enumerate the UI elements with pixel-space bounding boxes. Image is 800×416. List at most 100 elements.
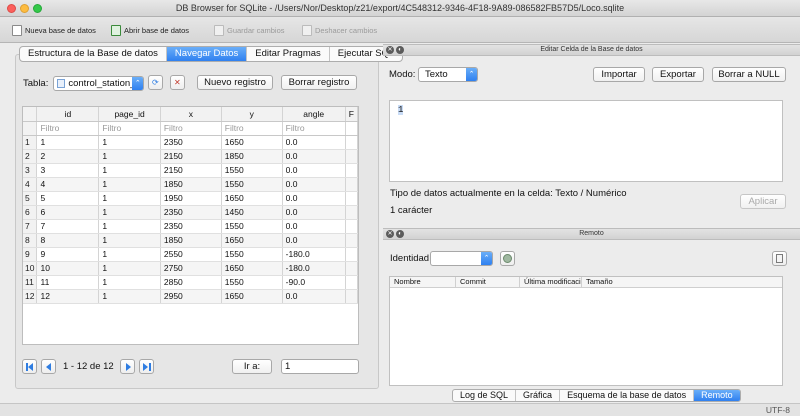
column-header-commit[interactable]: Commit [456, 277, 520, 287]
cell-angle[interactable]: 0.0 [282, 219, 346, 234]
cell-y[interactable]: 1650 [221, 191, 283, 206]
tab-browse-data[interactable]: Navegar Datos [166, 47, 248, 61]
filter-input-x[interactable]: Filtro [160, 121, 222, 136]
delete-record-button[interactable]: Borrar registro [281, 75, 357, 90]
cell-id[interactable]: 10 [36, 261, 100, 276]
cell-y[interactable]: 1550 [221, 219, 283, 234]
next-page-button[interactable] [119, 358, 135, 374]
table-row[interactable]: 5 5 1 1950 1650 0.0 [23, 191, 358, 206]
add-identity-button[interactable] [500, 251, 515, 266]
cell-x[interactable]: 2550 [160, 247, 222, 262]
cell-angle[interactable]: 0.0 [282, 289, 346, 304]
cell-id[interactable]: 8 [36, 233, 100, 248]
table-row[interactable]: 3 3 1 2150 1550 0.0 [23, 163, 358, 178]
apply-button[interactable]: Aplicar [740, 194, 786, 209]
tab-sql-log[interactable]: Log de SQL [453, 390, 517, 401]
row-number[interactable]: 8 [23, 233, 38, 248]
table-select[interactable]: control_station_ ⌃ [53, 75, 145, 91]
filter-input-angle[interactable]: Filtro [282, 121, 346, 136]
table-row[interactable]: 8 8 1 1850 1650 0.0 [23, 233, 358, 248]
cell-page-id[interactable]: 1 [98, 191, 161, 206]
cell-y[interactable]: 1550 [221, 275, 283, 290]
cell-y[interactable]: 1650 [221, 233, 283, 248]
tab-edit-pragmas[interactable]: Editar Pragmas [247, 47, 330, 61]
table-row[interactable]: 1 1 1 2350 1650 0.0 [23, 135, 358, 150]
first-page-button[interactable] [22, 358, 37, 374]
filter-input-page-id[interactable]: Filtro [98, 121, 161, 136]
row-number[interactable]: 4 [23, 177, 38, 192]
cell-angle[interactable]: 0.0 [282, 135, 346, 150]
remote-file-list[interactable]: Nombre Commit Última modificación Tamaño [389, 276, 783, 386]
cell-angle[interactable]: 0.0 [282, 191, 346, 206]
column-header-size[interactable]: Tamaño [582, 277, 662, 287]
cell-y[interactable]: 1550 [221, 177, 283, 192]
row-number[interactable]: 7 [23, 219, 38, 234]
mode-select[interactable]: Texto ⌃ [418, 67, 478, 82]
cell-y[interactable]: 1550 [221, 163, 283, 178]
cell-angle[interactable]: 0.0 [282, 205, 346, 220]
cell-x[interactable]: 2150 [160, 149, 222, 164]
cell-id[interactable]: 2 [36, 149, 100, 164]
tab-plot[interactable]: Gráfica [516, 390, 561, 401]
row-number[interactable]: 12 [23, 289, 38, 304]
row-number[interactable]: 11 [23, 275, 38, 290]
cell-id[interactable]: 9 [36, 247, 100, 262]
column-header-id[interactable]: id [36, 107, 100, 122]
cell-angle[interactable]: -180.0 [282, 247, 346, 262]
cell-page-id[interactable]: 1 [98, 275, 161, 290]
cell-angle[interactable]: 0.0 [282, 233, 346, 248]
cell-y[interactable]: 1650 [221, 289, 283, 304]
cell-x[interactable]: 1850 [160, 177, 222, 192]
row-number[interactable]: 10 [23, 261, 38, 276]
cell-angle[interactable]: 0.0 [282, 149, 346, 164]
column-header-angle[interactable]: angle [282, 107, 346, 122]
cell-x[interactable]: 2350 [160, 135, 222, 150]
cell-editor-textarea[interactable]: 1 [389, 100, 783, 182]
clear-filters-button[interactable]: ✕ [170, 75, 185, 90]
cell-page-id[interactable]: 1 [98, 205, 161, 220]
set-null-button[interactable]: Borrar a NULL [712, 67, 786, 82]
import-button[interactable]: Importar [593, 67, 645, 82]
table-row[interactable]: 6 6 1 2350 1450 0.0 [23, 205, 358, 220]
row-number[interactable]: 9 [23, 247, 38, 262]
cell-id[interactable]: 6 [36, 205, 100, 220]
column-header-modified[interactable]: Última modificación [520, 277, 582, 287]
table-row[interactable]: 10 10 1 2750 1650 -180.0 [23, 261, 358, 276]
cell-id[interactable]: 3 [36, 163, 100, 178]
minimize-window-button[interactable] [20, 4, 29, 13]
cell-y[interactable]: 1850 [221, 149, 283, 164]
table-row[interactable]: 4 4 1 1850 1550 0.0 [23, 177, 358, 192]
row-number[interactable]: 6 [23, 205, 38, 220]
filter-input-id[interactable]: Filtro [36, 121, 100, 136]
cell-page-id[interactable]: 1 [98, 247, 161, 262]
close-dock-icon[interactable]: ✕ [386, 46, 394, 54]
table-row[interactable]: 11 11 1 2850 1550 -90.0 [23, 275, 358, 290]
cell-x[interactable]: 2850 [160, 275, 222, 290]
cell-page-id[interactable]: 1 [98, 163, 161, 178]
table-row[interactable]: 7 7 1 2350 1550 0.0 [23, 219, 358, 234]
cell-page-id[interactable]: 1 [98, 149, 161, 164]
new-database-button[interactable]: Nueva base de datos [12, 23, 96, 37]
maximize-window-button[interactable] [33, 4, 42, 13]
column-header-y[interactable]: y [221, 107, 283, 122]
row-number[interactable]: 2 [23, 149, 38, 164]
cell-y[interactable]: 1550 [221, 247, 283, 262]
cell-x[interactable]: 1950 [160, 191, 222, 206]
data-grid[interactable]: id page_id x y angle F Filtro Filtro Fil… [22, 106, 359, 345]
cell-y[interactable]: 1650 [221, 135, 283, 150]
previous-page-button[interactable] [41, 358, 56, 374]
goto-page-input[interactable]: 1 [281, 359, 359, 374]
table-row[interactable]: 2 2 1 2150 1850 0.0 [23, 149, 358, 164]
cell-x[interactable]: 2950 [160, 289, 222, 304]
cell-y[interactable]: 1650 [221, 261, 283, 276]
cell-id[interactable]: 1 [36, 135, 100, 150]
cell-page-id[interactable]: 1 [98, 177, 161, 192]
column-header-x[interactable]: x [160, 107, 222, 122]
cell-page-id[interactable]: 1 [98, 233, 161, 248]
tab-remote[interactable]: Remoto [694, 390, 740, 401]
cell-x[interactable]: 2350 [160, 205, 222, 220]
table-row[interactable]: 9 9 1 2550 1550 -180.0 [23, 247, 358, 262]
cell-x[interactable]: 2150 [160, 163, 222, 178]
cell-id[interactable]: 4 [36, 177, 100, 192]
cell-angle[interactable]: 0.0 [282, 177, 346, 192]
